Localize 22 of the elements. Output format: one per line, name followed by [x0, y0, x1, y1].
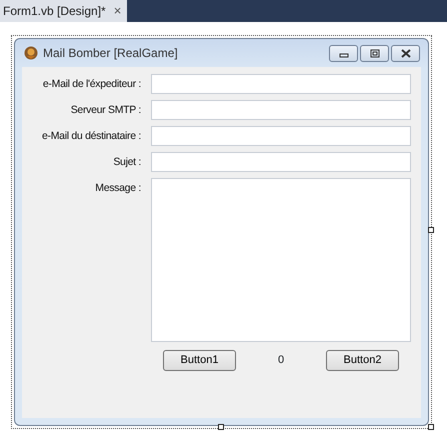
form-button[interactable]: Button1 [163, 350, 236, 371]
form-button[interactable]: Button2 [326, 350, 399, 371]
field-label: Sujet : [112, 155, 141, 170]
close-button[interactable] [391, 44, 420, 62]
field-label: Serveur SMTP : [70, 103, 141, 118]
text-field[interactable] [151, 100, 411, 120]
resize-handle[interactable] [218, 424, 224, 430]
resize-handle[interactable] [428, 227, 434, 233]
counter-label: 0 [276, 353, 286, 368]
resize-handle[interactable] [428, 424, 434, 430]
field-label: e-Mail du déstinataire : [40, 129, 141, 144]
maximize-button[interactable] [360, 44, 389, 62]
text-field[interactable] [151, 126, 411, 146]
close-icon[interactable]: × [114, 1, 122, 21]
document-tab[interactable]: Form1.vb [Design]* × [0, 0, 128, 22]
field-label: e-Mail de l'éxpediteur : [42, 77, 141, 92]
text-field[interactable] [151, 152, 411, 172]
minimize-button[interactable] [329, 44, 358, 62]
text-field[interactable] [151, 74, 411, 94]
app-icon [24, 46, 38, 60]
window-title: Mail Bomber [RealGame] [43, 45, 178, 62]
field-label: Message : [94, 181, 141, 196]
